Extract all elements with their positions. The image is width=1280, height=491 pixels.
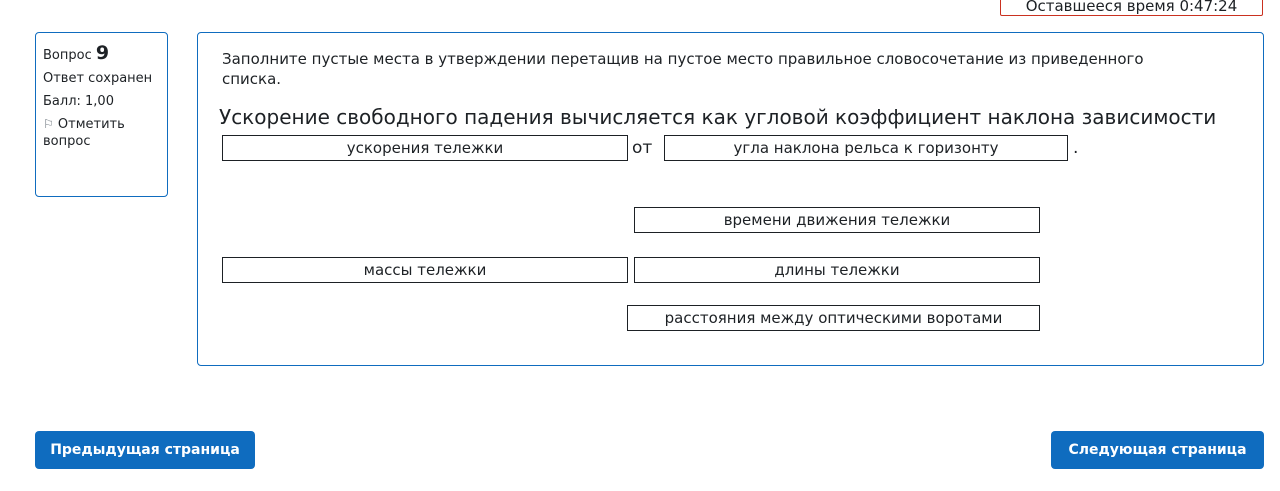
timer-box: Оставшееся время 0:47:24 (1000, 0, 1263, 16)
prev-page-label: Предыдущая страница (50, 442, 240, 458)
choice-4[interactable]: расстояния между оптическими воротами (627, 305, 1040, 331)
question-score: Балл: 1,00 (43, 94, 114, 109)
flag-icon: ⚐ (43, 117, 54, 131)
question-number: Вопрос 9 (43, 42, 161, 64)
drop-zone-2-label: угла наклона рельса к горизонту (733, 139, 999, 157)
flag-label: Отметить вопрос (43, 117, 125, 149)
next-page-label: Следующая страница (1068, 442, 1247, 458)
statement-end: . (1073, 138, 1079, 158)
prev-page-button[interactable]: Предыдущая страница (35, 431, 255, 469)
question-info: Вопрос 9 Ответ сохранен Балл: 1,00 ⚐ Отм… (35, 32, 168, 197)
choice-3[interactable]: длины тележки (634, 257, 1040, 283)
question-status: Ответ сохранен (43, 71, 153, 86)
drop-zone-1-label: ускорения тележки (346, 139, 504, 157)
choice-1-label: времени движения тележки (723, 211, 951, 229)
choice-4-label: расстояния между оптическими воротами (664, 309, 1003, 327)
next-page-button[interactable]: Следующая страница (1051, 431, 1264, 469)
drop-zone-1[interactable]: ускорения тележки (222, 135, 628, 161)
flag-question-link[interactable]: ⚐ Отметить вопрос (43, 116, 161, 150)
question-content: Заполните пустые места в утверждении пер… (197, 32, 1264, 366)
question-prompt: Заполните пустые места в утверждении пер… (222, 50, 1144, 88)
question-statement: Ускорение свободного падения вычисляется… (219, 105, 1217, 129)
choice-2-label: массы тележки (363, 261, 487, 279)
drop-zone-2[interactable]: угла наклона рельса к горизонту (664, 135, 1068, 161)
choice-1[interactable]: времени движения тележки (634, 207, 1040, 233)
question-number-value: 9 (95, 42, 110, 64)
choice-3-label: длины тележки (774, 261, 900, 279)
timer-label: Оставшееся время 0:47:24 (1025, 0, 1238, 15)
question-prefix: Вопрос (43, 48, 92, 63)
connector-text: от (632, 138, 653, 158)
choice-2[interactable]: массы тележки (222, 257, 628, 283)
